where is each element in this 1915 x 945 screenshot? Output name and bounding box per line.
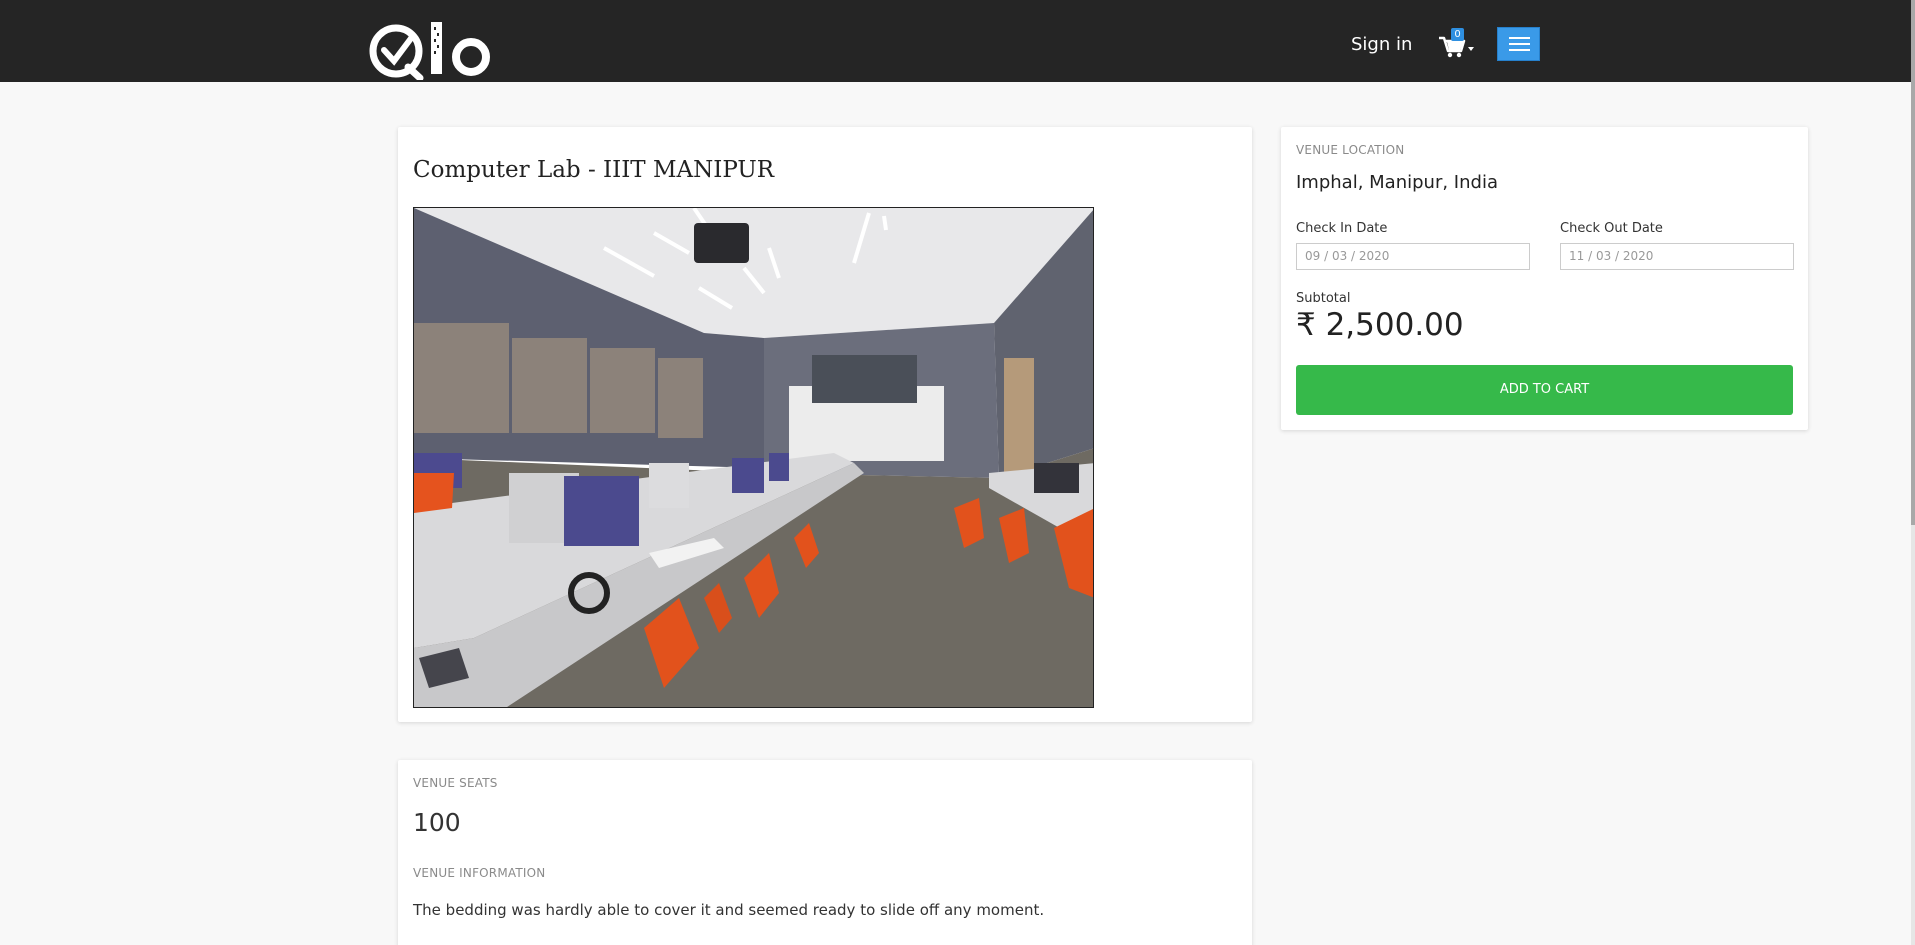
- venue-information-text: The bedding was hardly able to cover it …: [413, 901, 1045, 919]
- hamburger-menu-button[interactable]: [1497, 27, 1540, 61]
- menu-icon-line: [1509, 37, 1530, 39]
- booking-card: VENUE LOCATION Imphal, Manipur, India Ch…: [1281, 127, 1808, 430]
- venue-seats-value: 100: [413, 808, 461, 837]
- subtotal-value: ₹ 2,500.00: [1296, 307, 1464, 343]
- menu-icon-line: [1509, 49, 1530, 51]
- scrollbar-thumb[interactable]: [1911, 0, 1915, 525]
- check-out-date-input[interactable]: 11 / 03 / 2020: [1560, 243, 1794, 270]
- subtotal-label: Subtotal: [1296, 291, 1351, 306]
- page-scrollbar[interactable]: [1911, 0, 1915, 945]
- venue-photo: [413, 207, 1094, 708]
- sign-in-link[interactable]: Sign in: [1351, 34, 1412, 55]
- caret-down-icon: [1468, 47, 1474, 51]
- check-out-label: Check Out Date: [1560, 221, 1663, 236]
- cart-count-badge: 0: [1451, 28, 1464, 41]
- add-to-cart-button[interactable]: ADD TO CART: [1296, 365, 1793, 415]
- venue-title: Computer Lab - IIIT MANIPUR: [413, 157, 775, 183]
- menu-icon-line: [1509, 43, 1530, 45]
- top-navbar: Sign in 0: [0, 0, 1911, 82]
- qlo-logo[interactable]: [368, 21, 494, 80]
- venue-seats-label: VENUE SEATS: [413, 776, 498, 790]
- venue-information-label: VENUE INFORMATION: [413, 866, 546, 880]
- check-in-date-input[interactable]: 09 / 03 / 2020: [1296, 243, 1530, 270]
- venue-location-value: Imphal, Manipur, India: [1296, 172, 1498, 193]
- check-in-label: Check In Date: [1296, 221, 1388, 236]
- venue-location-label: VENUE LOCATION: [1296, 143, 1405, 157]
- venue-card: Computer Lab - IIIT MANIPUR: [398, 127, 1252, 722]
- venue-details-card: VENUE SEATS 100 VENUE INFORMATION The be…: [398, 760, 1252, 945]
